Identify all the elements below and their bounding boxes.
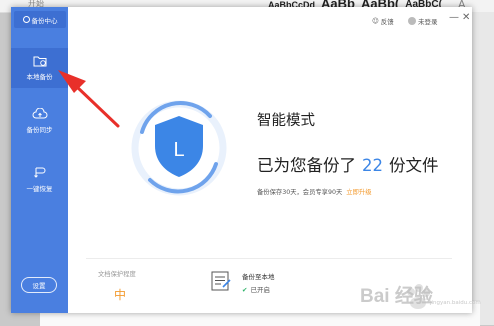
watermark-url: jingyan.baidu.com: [430, 300, 481, 306]
watermark-text: Bai 经验: [360, 286, 433, 307]
